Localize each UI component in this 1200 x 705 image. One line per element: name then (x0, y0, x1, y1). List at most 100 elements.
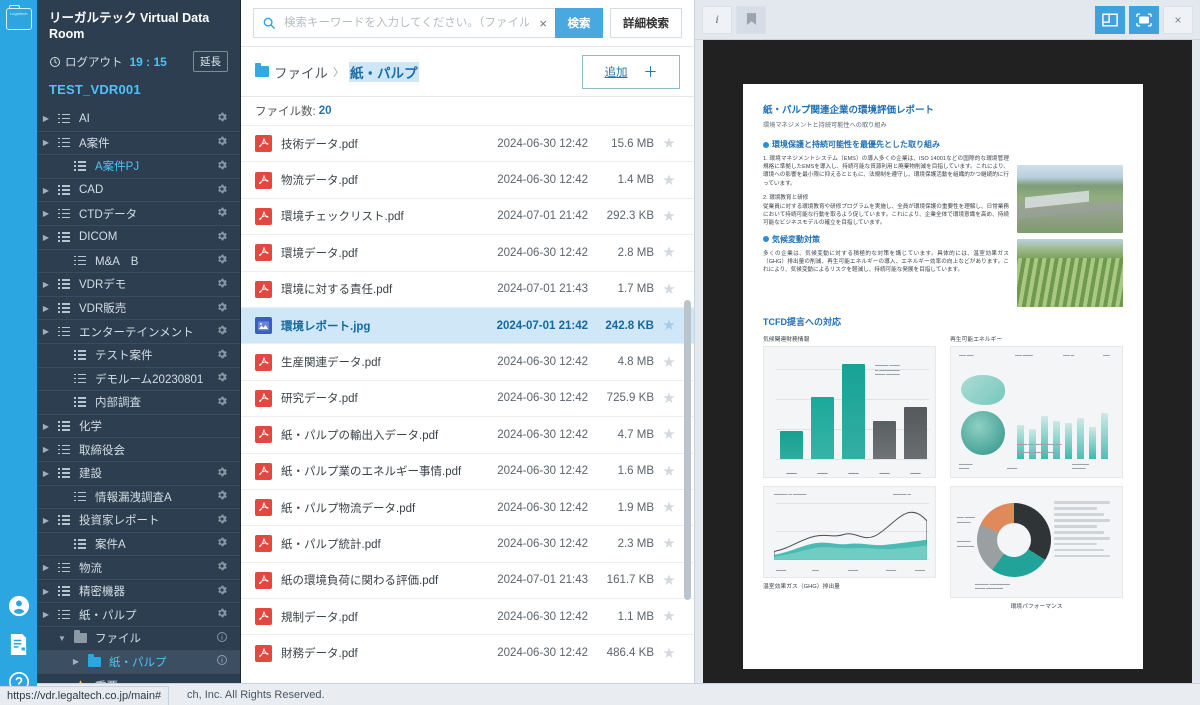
chevron-right-icon[interactable]: ▶ (37, 327, 55, 336)
tree-item-12[interactable]: ▶内部調査 (37, 390, 240, 414)
extend-session-button[interactable]: 延長 (193, 51, 228, 72)
gear-icon[interactable] (216, 230, 232, 245)
favorite-star-icon[interactable]: ★ (654, 573, 684, 588)
gear-icon[interactable] (216, 183, 232, 198)
chevron-right-icon[interactable]: ▶ (37, 422, 55, 431)
table-row[interactable]: 研究データ.pdf 2024-06-30 12:42 725.9 KB ★ (241, 379, 694, 416)
tree-item-8[interactable]: ▶ VDR販売 (37, 295, 240, 320)
tree-item-16[interactable]: ▶情報漏洩調査A (37, 484, 240, 509)
tree-item-1[interactable]: ▶ A案件 (37, 130, 240, 155)
table-row[interactable]: 紙・パルプ統計.pdf 2024-06-30 12:42 2.3 MB ★ (241, 525, 694, 561)
favorite-star-icon[interactable]: ★ (654, 464, 684, 479)
table-row[interactable]: 紙・パルプ業のエネルギー事情.pdf 2024-06-30 12:42 1.6 MB… (241, 452, 694, 489)
chevron-right-icon[interactable]: ▶ (37, 610, 55, 619)
tree-item-4[interactable]: ▶ CTDデータ (37, 201, 240, 225)
chevron-right-icon[interactable]: ▶ (37, 114, 55, 123)
gear-icon[interactable] (216, 560, 232, 575)
gear-icon[interactable] (216, 395, 232, 410)
favorite-star-icon[interactable]: ★ (654, 427, 684, 442)
table-row[interactable]: 規制データ.pdf 2024-06-30 12:42 1.1 MB ★ (241, 598, 694, 634)
chevron-down-icon[interactable]: ▼ (53, 634, 71, 643)
chevron-right-icon[interactable]: ▶ (37, 138, 55, 147)
save-document-icon[interactable] (0, 625, 37, 663)
add-button[interactable]: 追加 ＋ (582, 54, 680, 89)
tree-item-3[interactable]: ▶ CAD (37, 177, 240, 202)
chevron-right-icon[interactable]: ▶ (37, 186, 55, 195)
favorite-star-icon[interactable]: ★ (654, 136, 684, 151)
tree-item-22[interactable]: ▼ ファイル (37, 626, 240, 650)
tree-item-15[interactable]: ▶ 建設 (37, 460, 240, 485)
table-row[interactable]: 技術データ.pdf 2024-06-30 12:42 15.6 MB ★ (241, 125, 694, 161)
tree-item-5[interactable]: ▶ DICOM (37, 224, 240, 249)
gear-icon[interactable] (216, 301, 232, 316)
tree-item-21[interactable]: ▶ 紙・パルプ (37, 602, 240, 626)
chevron-right-icon[interactable]: ▶ (37, 516, 55, 525)
info-icon[interactable] (216, 654, 232, 669)
gear-icon[interactable] (216, 607, 232, 622)
chevron-right-icon[interactable]: ▶ (37, 304, 55, 313)
tree-item-17[interactable]: ▶ 投資家レポート (37, 508, 240, 532)
table-row[interactable]: 財務データ.pdf 2024-06-30 12:42 486.4 KB ★ (241, 634, 694, 670)
table-row[interactable]: 物流データ.pdf 2024-06-30 12:42 1.4 MB ★ (241, 161, 694, 197)
favorite-star-icon[interactable]: ★ (654, 536, 684, 551)
breadcrumb-root[interactable]: ファイル (274, 62, 328, 82)
tree-item-0[interactable]: ▶ AI (37, 107, 240, 131)
tree-item-19[interactable]: ▶ 物流 (37, 555, 240, 579)
gear-icon[interactable] (216, 348, 232, 363)
search-input[interactable] (282, 16, 532, 30)
chevron-right-icon[interactable]: ▶ (37, 280, 55, 289)
gear-icon[interactable] (216, 513, 232, 528)
clear-search-icon[interactable]: × (531, 17, 555, 30)
chevron-right-icon[interactable]: ▶ (37, 233, 55, 242)
gear-icon[interactable] (216, 277, 232, 292)
favorite-star-icon[interactable]: ★ (654, 500, 684, 515)
tree-item-7[interactable]: ▶ VDRデモ (37, 272, 240, 296)
info-icon[interactable] (216, 631, 232, 646)
tree-item-20[interactable]: ▶ 精密機器 (37, 578, 240, 603)
search-button[interactable]: 検索 (555, 8, 603, 38)
gear-icon[interactable] (216, 111, 232, 126)
gear-icon[interactable] (216, 206, 232, 221)
table-row[interactable]: 環境に対する責任.pdf 2024-07-01 21:43 1.7 MB ★ (241, 270, 694, 307)
account-icon[interactable] (0, 587, 37, 625)
panel-layout-button[interactable] (1095, 5, 1125, 34)
favorite-star-icon[interactable]: ★ (654, 609, 684, 624)
tree-item-2[interactable]: ▶A案件PJ (37, 154, 240, 178)
gear-icon[interactable] (216, 371, 232, 386)
favorite-star-icon[interactable]: ★ (654, 282, 684, 297)
tree-item-23[interactable]: ▶ 紙・パルプ (37, 649, 240, 674)
gear-icon[interactable] (216, 536, 232, 551)
detailed-search-button[interactable]: 詳細検索 (610, 8, 682, 38)
tree-item-14[interactable]: ▶ 取締役会 (37, 437, 240, 461)
chevron-right-icon[interactable]: ▶ (37, 469, 55, 478)
table-row[interactable]: 環境データ.pdf 2024-06-30 12:42 2.8 MB ★ (241, 234, 694, 270)
tree-item-6[interactable]: ▶M&A B (37, 248, 240, 273)
gear-icon[interactable] (216, 489, 232, 504)
chevron-right-icon[interactable]: ▶ (37, 587, 55, 596)
fit-screen-button[interactable] (1129, 5, 1159, 34)
favorite-star-icon[interactable]: ★ (654, 318, 684, 333)
table-row[interactable]: 紙・パルプ物流データ.pdf 2024-06-30 12:42 1.9 MB ★ (241, 488, 694, 525)
gear-icon[interactable] (216, 466, 232, 481)
favorite-star-icon[interactable]: ★ (654, 209, 684, 224)
file-list-scrollbar[interactable] (684, 300, 691, 600)
chevron-right-icon[interactable]: ▶ (67, 657, 85, 666)
favorite-star-icon[interactable]: ★ (654, 646, 684, 661)
chevron-right-icon[interactable]: ▶ (37, 209, 55, 218)
tree-item-11[interactable]: ▶デモルーム20230801 (37, 366, 240, 391)
favorite-star-icon[interactable]: ★ (654, 355, 684, 370)
tree-item-9[interactable]: ▶ エンターテインメント (37, 319, 240, 343)
favorite-star-icon[interactable]: ★ (654, 391, 684, 406)
chevron-right-icon[interactable]: ▶ (37, 445, 55, 454)
chevron-right-icon[interactable]: ▶ (37, 563, 55, 572)
tree-item-13[interactable]: ▶ 化学 (37, 413, 240, 438)
tree-item-18[interactable]: ▶案件A (37, 531, 240, 556)
breadcrumb-current[interactable]: 紙・パルプ (349, 61, 419, 82)
bookmark-button[interactable] (736, 5, 766, 34)
table-row[interactable]: 紙・パルプの輸出入データ.pdf 2024-06-30 12:42 4.7 MB ★ (241, 416, 694, 452)
gear-icon[interactable] (216, 324, 232, 339)
table-row[interactable]: 環境チェックリスト.pdf 2024-07-01 21:42 292.3 KB ★ (241, 197, 694, 234)
table-row[interactable]: 生産関連データ.pdf 2024-06-30 12:42 4.8 MB ★ (241, 343, 694, 379)
favorite-star-icon[interactable]: ★ (654, 173, 684, 188)
tree-item-10[interactable]: ▶テスト案件 (37, 342, 240, 367)
